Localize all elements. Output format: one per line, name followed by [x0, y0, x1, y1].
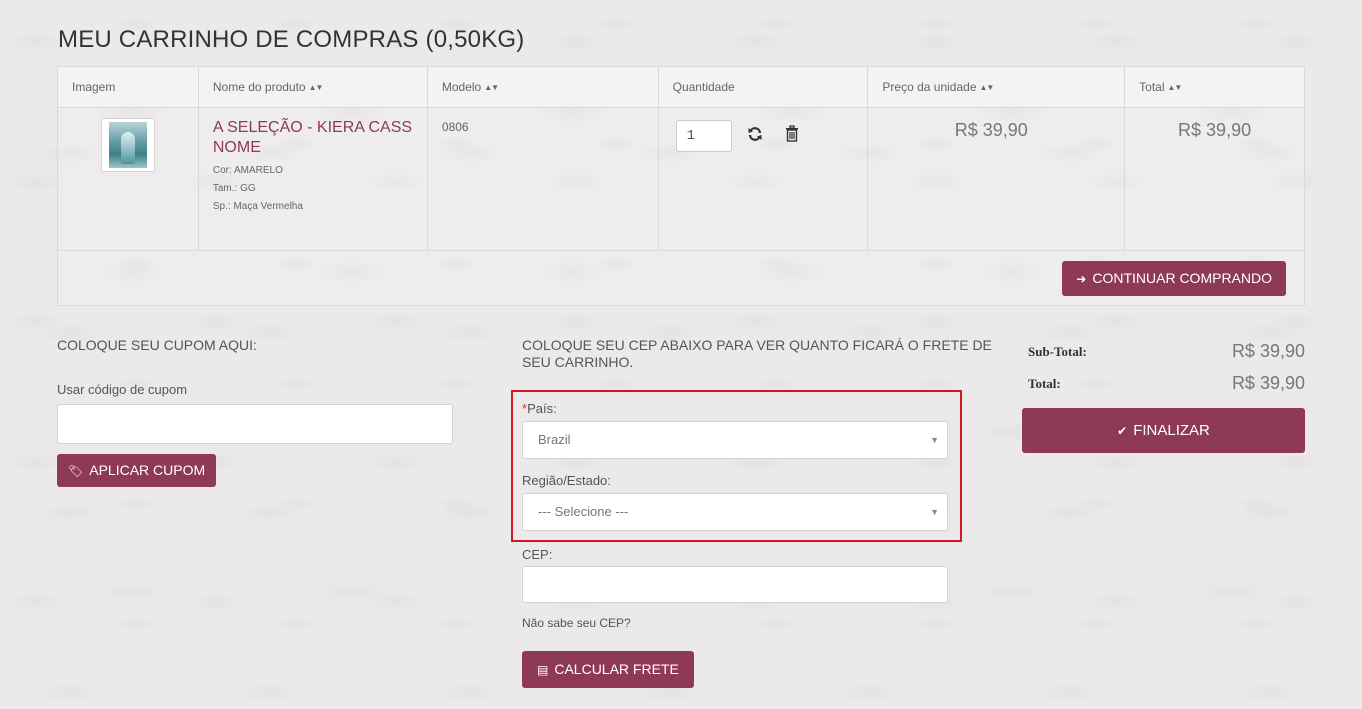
table-actions-cell: ➜ CONTINUAR COMPRANDO — [57, 250, 1305, 306]
cart-weight: (0,50KG) — [418, 26, 525, 53]
sort-icon[interactable]: ▲▼ — [309, 83, 324, 92]
row-total: R$ 39,90 — [1124, 107, 1305, 251]
subtotal-value: R$ 39,90 — [1231, 341, 1305, 361]
product-image-cell — [57, 107, 199, 251]
tag-icon: 🏷 — [68, 464, 84, 478]
total-value: R$ 39,90 — [1231, 373, 1305, 393]
apply-coupon-button[interactable]: 🏷 APLICAR CUPOM — [57, 454, 217, 487]
table-actions-row: ➜ CONTINUAR COMPRANDO — [57, 250, 1305, 306]
total-label: Total: — [1028, 376, 1061, 391]
subtotal-label: Sub-Total: — [1028, 344, 1087, 359]
unit-price-cell: R$ 39,90 — [867, 107, 1126, 251]
country-select[interactable]: Brazil ▼ — [522, 421, 948, 459]
sort-icon[interactable]: ▲▼ — [1168, 83, 1183, 92]
quantity-cell — [657, 107, 869, 251]
cep-label: CEP: — [522, 547, 553, 562]
check-icon: ✔ — [1117, 424, 1128, 438]
product-option-extra: Sp.: Maça Vermelha — [212, 201, 303, 212]
trash-icon-svg[interactable] — [785, 125, 799, 142]
chevron-down-icon: ▼ — [930, 507, 939, 517]
col-header-quantity: Quantidade — [657, 66, 869, 108]
col-header-unit-price[interactable]: Preço da unidade ▲▼ — [867, 66, 1126, 108]
region-label: Região/Estado: — [522, 473, 611, 488]
refresh-icon-svg[interactable] — [747, 126, 763, 142]
refresh-icon[interactable] — [741, 121, 769, 151]
sort-icon[interactable]: ▲▼ — [980, 83, 995, 92]
cep-help-link[interactable]: Não sabe seu CEP? — [522, 616, 631, 630]
cart-table: Imagem Nome do produto ▲▼ Modelo ▲▼ Quanti… — [57, 66, 1305, 306]
book-cover-image[interactable] — [108, 122, 147, 168]
quantity-input[interactable] — [675, 120, 732, 152]
product-option-size: Tam.: GG — [212, 183, 256, 194]
document-icon: ▤ — [537, 663, 549, 677]
coupon-input[interactable] — [57, 404, 453, 444]
col-header-model[interactable]: Modelo ▲▼ — [426, 66, 659, 108]
trash-icon[interactable] — [778, 121, 806, 151]
col-header-total[interactable]: Total ▲▼ — [1124, 66, 1305, 108]
coupon-heading: COLOQUE SEU CUPOM AQUI: — [57, 337, 257, 353]
chevron-down-icon: ▼ — [930, 435, 939, 445]
cep-input[interactable] — [522, 566, 948, 603]
calculate-shipping-button[interactable]: ▤ CALCULAR FRETE — [522, 651, 694, 688]
col-header-name[interactable]: Nome do produto ▲▼ — [197, 66, 428, 108]
finalize-button[interactable]: ✔ FINALIZAR — [1022, 408, 1305, 453]
product-model: 0806 — [426, 107, 659, 251]
product-option-color: Cor: AMARELO — [212, 165, 283, 176]
table-row: A SELEÇÃO - KIERA CASS NOME Cor: AMARELO… — [57, 107, 1305, 251]
col-header-image: Imagem — [57, 66, 199, 108]
cart-table-header: Imagem Nome do produto ▲▼ Modelo ▲▼ Quanti… — [57, 66, 1305, 108]
product-name-link[interactable]: A SELEÇÃO - KIERA CASS NOME — [213, 118, 413, 158]
shipping-heading: COLOQUE SEU CEP ABAIXO PARA VER QUANTO F… — [522, 337, 992, 370]
sort-icon[interactable]: ▲▼ — [484, 83, 499, 92]
unit-price: R$ 39,90 — [954, 120, 1028, 140]
product-thumbnail[interactable] — [100, 118, 155, 172]
continue-shopping-button[interactable]: ➜ CONTINUAR COMPRANDO — [1062, 261, 1286, 296]
arrow-right-icon: ➜ — [1076, 272, 1087, 286]
page-title: MEU CARRINHO DE COMPRAS (0,50KG) — [58, 26, 524, 54]
country-label: *País: — [522, 401, 557, 416]
page-title-text: MEU CARRINHO DE COMPRAS — [58, 26, 419, 53]
product-name-cell: A SELEÇÃO - KIERA CASS NOME Cor: AMARELO… — [197, 107, 428, 251]
region-select[interactable]: --- Selecione --- ▼ — [522, 493, 948, 531]
coupon-label: Usar código de cupom — [57, 382, 188, 397]
